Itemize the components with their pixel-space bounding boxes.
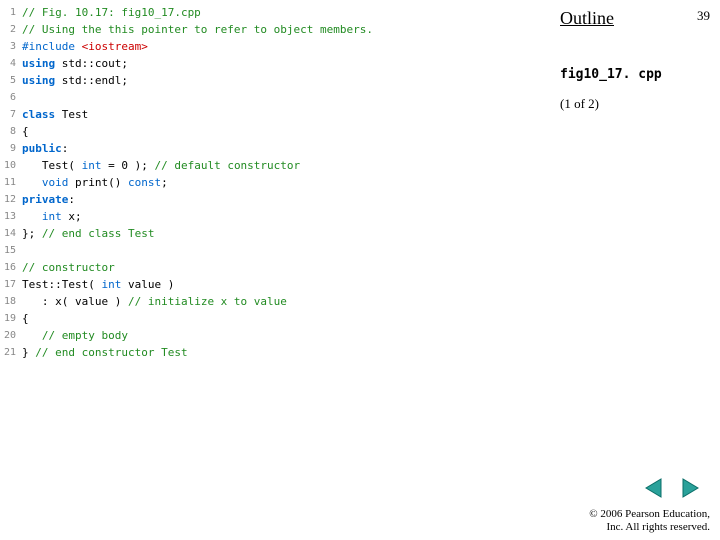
code-line: 4using std::cout;: [0, 55, 555, 72]
code-line: 3#include <iostream>: [0, 38, 555, 55]
code-content: // Fig. 10.17: fig10_17.cpp: [22, 6, 201, 19]
line-number: 2: [0, 24, 22, 35]
line-number: 6: [0, 92, 22, 103]
line-number: 9: [0, 143, 22, 154]
code-line: 8{: [0, 123, 555, 140]
code-line: 1// Fig. 10.17: fig10_17.cpp: [0, 4, 555, 21]
line-number: 3: [0, 41, 22, 52]
line-number: 1: [0, 7, 22, 18]
code-content: void print() const;: [22, 176, 168, 189]
copyright-line1: © 2006 Pearson Education,: [589, 508, 710, 521]
code-line: 16// constructor: [0, 259, 555, 276]
nav-controls: [642, 476, 702, 500]
line-number: 10: [0, 160, 22, 171]
prev-button[interactable]: [642, 476, 666, 500]
code-content: private:: [22, 193, 75, 206]
line-number: 7: [0, 109, 22, 120]
code-content: // Using the this pointer to refer to ob…: [22, 23, 373, 36]
code-line: 19{: [0, 310, 555, 327]
code-line: 10 Test( int = 0 ); // default construct…: [0, 157, 555, 174]
code-line: 2// Using the this pointer to refer to o…: [0, 21, 555, 38]
next-button[interactable]: [678, 476, 702, 500]
copyright-line2: Inc. All rights reserved.: [589, 521, 710, 534]
code-content: Test::Test( int value ): [22, 278, 174, 291]
line-number: 17: [0, 279, 22, 290]
triangle-right-icon: [679, 477, 701, 499]
part-label: (1 of 2): [560, 96, 710, 112]
line-number: 21: [0, 347, 22, 358]
code-line: 13 int x;: [0, 208, 555, 225]
code-content: using std::endl;: [22, 74, 128, 87]
code-line: 18 : x( value ) // initialize x to value: [0, 293, 555, 310]
code-line: 5using std::endl;: [0, 72, 555, 89]
code-content: } // end constructor Test: [22, 346, 188, 359]
code-content: int x;: [22, 210, 82, 223]
line-number: 19: [0, 313, 22, 324]
triangle-left-icon: [643, 477, 665, 499]
code-content: }; // end class Test: [22, 227, 154, 240]
code-line: 7class Test: [0, 106, 555, 123]
code-line: 9public:: [0, 140, 555, 157]
sidebar: Outline fig10_17. cpp (1 of 2): [560, 8, 710, 112]
line-number: 5: [0, 75, 22, 86]
line-number: 16: [0, 262, 22, 273]
code-content: Test( int = 0 ); // default constructor: [22, 159, 300, 172]
code-line: 12private:: [0, 191, 555, 208]
line-number: 15: [0, 245, 22, 256]
outline-heading: Outline: [560, 8, 614, 29]
line-number: 4: [0, 58, 22, 69]
code-line: 17Test::Test( int value ): [0, 276, 555, 293]
code-content: using std::cout;: [22, 57, 128, 70]
code-content: class Test: [22, 108, 88, 121]
code-content: {: [22, 125, 29, 138]
code-content: // constructor: [22, 261, 115, 274]
line-number: 11: [0, 177, 22, 188]
code-line: 6: [0, 89, 555, 106]
code-line: 11 void print() const;: [0, 174, 555, 191]
code-content: public:: [22, 142, 68, 155]
line-number: 8: [0, 126, 22, 137]
code-content: // empty body: [22, 329, 128, 342]
code-line: 15: [0, 242, 555, 259]
line-number: 18: [0, 296, 22, 307]
code-line: 21} // end constructor Test: [0, 344, 555, 361]
line-number: 12: [0, 194, 22, 205]
code-content: #include <iostream>: [22, 40, 148, 53]
line-number: 14: [0, 228, 22, 239]
line-number: 20: [0, 330, 22, 341]
code-content: {: [22, 312, 29, 325]
code-content: : x( value ) // initialize x to value: [22, 295, 287, 308]
filename-label: fig10_17. cpp: [560, 67, 710, 82]
copyright: © 2006 Pearson Education, Inc. All right…: [589, 508, 710, 534]
line-number: 13: [0, 211, 22, 222]
code-area: 1// Fig. 10.17: fig10_17.cpp2// Using th…: [0, 4, 555, 361]
code-line: 14}; // end class Test: [0, 225, 555, 242]
code-line: 20 // empty body: [0, 327, 555, 344]
